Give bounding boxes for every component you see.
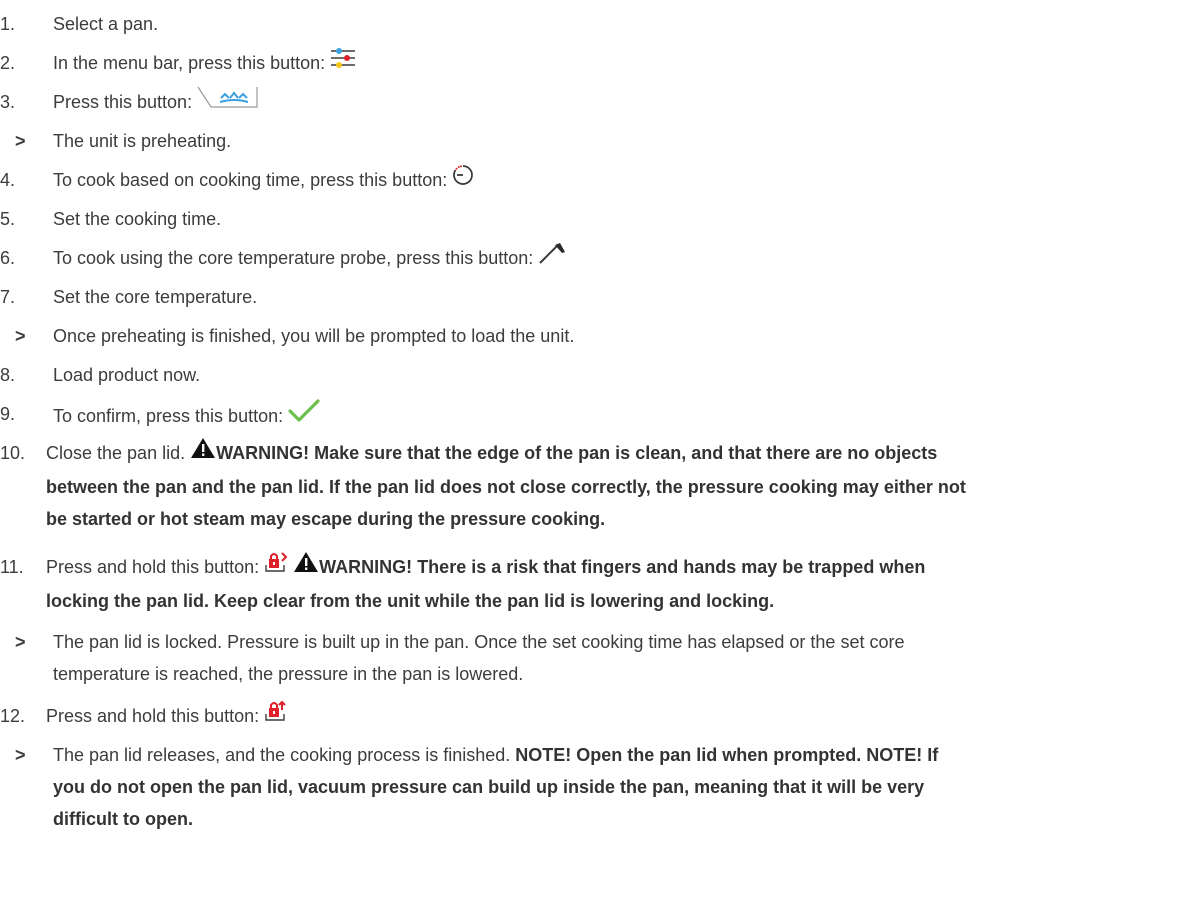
- step-number: 6.: [0, 248, 16, 268]
- result-line: difficult to open.: [53, 805, 1182, 833]
- step-text-content: To cook based on cooking time, press thi…: [53, 170, 448, 190]
- warning-icon: [293, 551, 319, 581]
- unlock-lid-icon: [264, 700, 288, 730]
- warning-text: Make sure that the edge of the pan is cl…: [314, 443, 938, 463]
- result-line: The pan lid is locked. Pressure is built…: [53, 632, 905, 652]
- step-number: 1.: [0, 14, 16, 34]
- checkmark-icon: [288, 398, 320, 432]
- step-text: To cook using the core temperature probe…: [53, 242, 1182, 274]
- instruction-document: 1. Select a pan. 2. In the menu bar, pre…: [0, 0, 1197, 899]
- warning-text: be started or hot steam may escape durin…: [46, 509, 606, 530]
- note-text: NOTE! Open the pan lid when prompted. NO…: [515, 745, 939, 765]
- warning-icon: [190, 437, 216, 467]
- result-marker: >: [15, 745, 26, 765]
- step-number: 7.: [0, 287, 16, 307]
- step-text-content: To confirm, press this button:: [53, 405, 284, 426]
- step-number: 8.: [0, 365, 16, 385]
- result-text: The unit is preheating.: [53, 131, 232, 151]
- step-text: To cook based on cooking time, press thi…: [53, 164, 1182, 196]
- step-text: Press this button:: [53, 86, 1182, 118]
- result-text: Once preheating is finished, you will be…: [53, 326, 575, 346]
- result-marker: >: [15, 326, 26, 346]
- timer-icon: [452, 164, 474, 194]
- step-text: Load product now.: [53, 365, 201, 385]
- step-number: 2.: [0, 53, 16, 73]
- step-line: locking the pan lid. Keep clear from the…: [46, 587, 1182, 615]
- result-marker: >: [15, 131, 26, 151]
- step-text-content: Close the pan lid.: [46, 443, 186, 463]
- step-text: Set the cooking time.: [53, 209, 222, 229]
- step-line: Close the pan lid. WARNING! Make sure th…: [46, 437, 1182, 469]
- step-line: Press and hold this button: WARNING! The…: [46, 551, 1182, 583]
- step-number: 3.: [0, 92, 16, 112]
- step-text: Close the pan lid. WARNING! Make sure th…: [46, 437, 1182, 533]
- warning-text: between the pan and the pan lid. If the …: [46, 477, 966, 498]
- step-number: 4.: [0, 170, 16, 190]
- preheat-tab-icon: [197, 86, 259, 116]
- note-text: difficult to open.: [53, 809, 193, 829]
- step-text-content: Press and hold this button:: [46, 706, 260, 726]
- result-line: The pan lid releases, and the cooking pr…: [53, 741, 1182, 769]
- step-number: 5.: [0, 209, 16, 229]
- step-text-content: To cook using the core temperature probe…: [53, 248, 534, 268]
- warning-text: locking the pan lid. Keep clear from the…: [46, 591, 775, 612]
- result-marker: >: [15, 632, 26, 652]
- result-line: you do not open the pan lid, vacuum pres…: [53, 773, 1182, 801]
- result-text: The pan lid releases, and the cooking pr…: [53, 741, 1182, 833]
- result-text-content: The pan lid releases, and the cooking pr…: [53, 745, 511, 765]
- step-text-content: In the menu bar, press this button:: [53, 53, 326, 73]
- step-number: 9.: [0, 404, 16, 424]
- step-text: Set the core temperature.: [53, 287, 258, 307]
- warning-text: There is a risk that fingers and hands m…: [417, 557, 926, 577]
- step-text: In the menu bar, press this button:: [53, 47, 1182, 79]
- step-number: 10.: [0, 443, 26, 463]
- result-line: temperature is reached, the pressure in …: [53, 664, 524, 684]
- step-text: Select a pan.: [53, 14, 159, 34]
- step-text: To confirm, press this button:: [53, 398, 1182, 434]
- step-number: 12.: [0, 706, 26, 726]
- step-text-content: Press and hold this button:: [46, 557, 260, 577]
- warning-label: WARNING!: [216, 443, 310, 463]
- step-text: Press and hold this button:: [46, 551, 1182, 615]
- step-line: between the pan and the pan lid. If the …: [46, 473, 1182, 501]
- lock-lid-icon: [264, 551, 288, 581]
- warning-label: WARNING!: [319, 557, 413, 577]
- core-probe-icon: [538, 242, 566, 272]
- settings-sliders-icon: [330, 47, 356, 77]
- note-text: you do not open the pan lid, vacuum pres…: [53, 777, 925, 797]
- result-text: The pan lid is locked. Pressure is built…: [53, 628, 1182, 688]
- step-text-content: Press this button:: [53, 92, 193, 112]
- step-line: be started or hot steam may escape durin…: [46, 505, 1182, 533]
- step-number: 11.: [0, 557, 24, 577]
- step-text: Press and hold this button:: [46, 700, 1182, 732]
